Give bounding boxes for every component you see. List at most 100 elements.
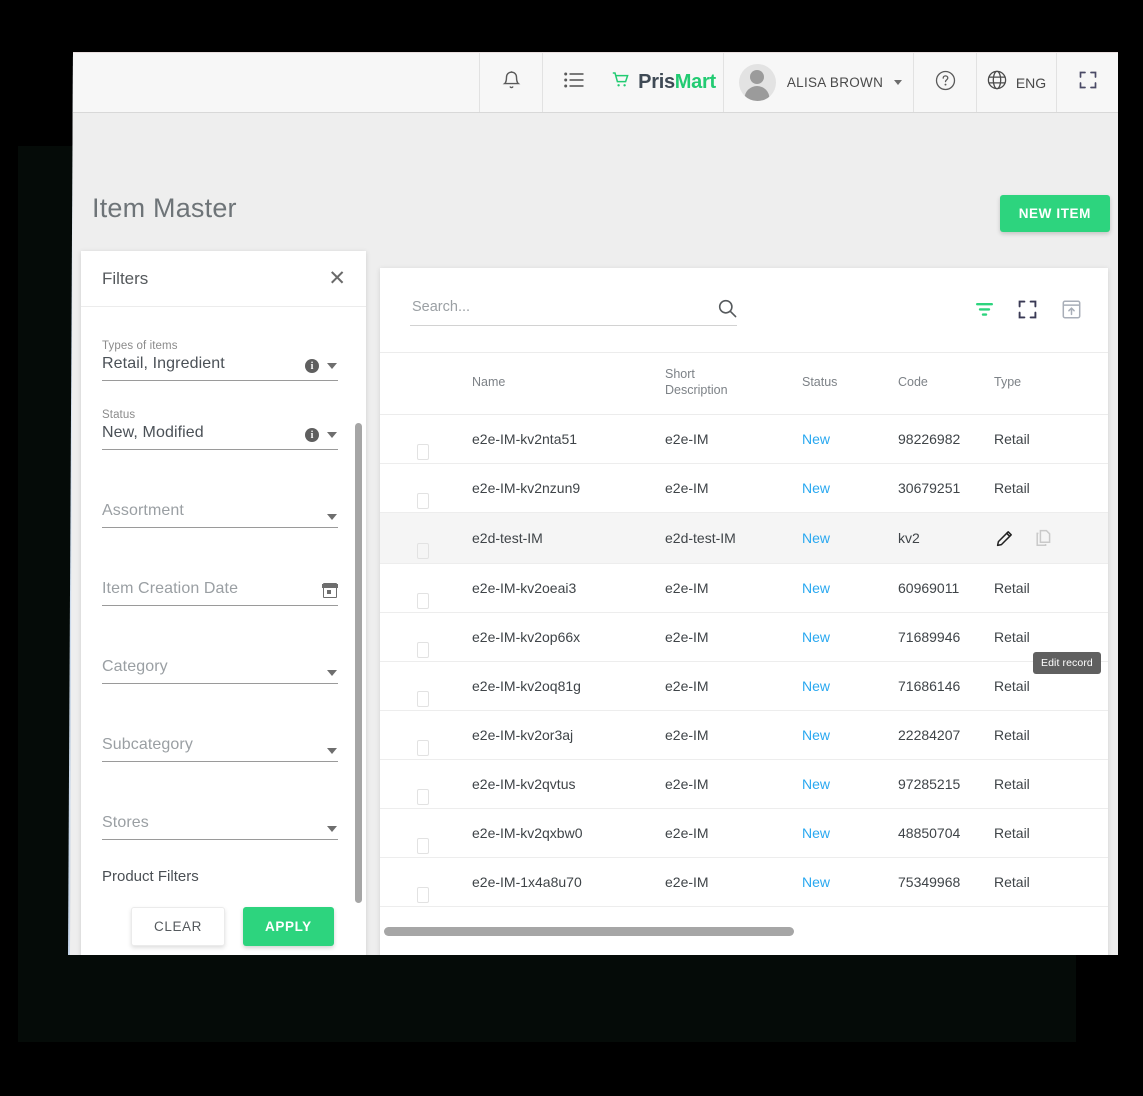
cell-type: Retail bbox=[994, 463, 1108, 514]
search-icon[interactable] bbox=[718, 299, 737, 318]
status-badge[interactable]: New bbox=[802, 874, 830, 890]
new-item-button[interactable]: NEW ITEM bbox=[999, 195, 1110, 232]
cell-short-description: e2e-IM bbox=[665, 612, 802, 663]
filter-field-types-of-items[interactable]: Types of items Retail, Ingredient i bbox=[102, 340, 338, 381]
table-row[interactable]: e2e-IM-1x4a8u70 e2e-IM New 75349968 Retail bbox=[380, 857, 1108, 908]
chevron-down-icon[interactable] bbox=[327, 826, 337, 832]
chevron-down-icon[interactable] bbox=[327, 514, 337, 520]
filter-label: Types of items bbox=[102, 340, 178, 352]
copy-icon[interactable] bbox=[1035, 529, 1053, 547]
cell-short-description: e2e-IM bbox=[665, 808, 802, 859]
filter-field-item-creation-date[interactable]: Item Creation Date bbox=[102, 580, 338, 606]
chevron-down-icon[interactable] bbox=[327, 363, 337, 369]
field-icons bbox=[327, 748, 337, 754]
product-filters-title: Product Filters bbox=[102, 868, 199, 885]
table-toolbar bbox=[380, 268, 1108, 353]
table-row[interactable]: e2e-IM-kv2oq81g e2e-IM New 71686146 Retail bbox=[380, 661, 1108, 712]
fullscreen-icon[interactable] bbox=[1018, 300, 1037, 319]
status-badge[interactable]: New bbox=[802, 727, 830, 743]
row-actions-cell bbox=[994, 512, 1108, 565]
info-icon[interactable]: i bbox=[305, 359, 319, 373]
menu-list-button[interactable] bbox=[542, 53, 605, 112]
cell-status: New bbox=[802, 512, 898, 565]
column-header-type[interactable]: Type bbox=[994, 353, 1108, 416]
cell-code: 48850704 bbox=[898, 808, 994, 859]
column-header-icon[interactable] bbox=[380, 353, 472, 416]
column-header-short-description[interactable]: Short Description bbox=[665, 353, 802, 416]
table-row[interactable]: e2e-IM-kv2qxbw0 e2e-IM New 48850704 Retail bbox=[380, 808, 1108, 859]
table-row[interactable]: e2d-test-IM e2d-test-IM New kv2 bbox=[380, 512, 1108, 565]
table-horizontal-scrollbar[interactable] bbox=[384, 927, 794, 936]
help-button[interactable] bbox=[913, 53, 976, 112]
filter-field-assortment[interactable]: Assortment bbox=[102, 502, 338, 528]
table-row[interactable]: e2e-IM-kv2qvtus e2e-IM New 97285215 Retail bbox=[380, 759, 1108, 810]
cell-name: e2e-IM-kv2nzun9 bbox=[472, 463, 665, 514]
cell-name: e2e-IM-kv2or3aj bbox=[472, 710, 665, 761]
table-head: Name Short Description Status Code Type bbox=[380, 353, 1108, 416]
status-badge[interactable]: New bbox=[802, 825, 830, 841]
table-row[interactable]: e2e-IM-kv2nta51 e2e-IM New 98226982 Retail bbox=[380, 414, 1108, 465]
cell-status: New bbox=[802, 808, 898, 859]
status-badge[interactable]: New bbox=[802, 480, 830, 496]
apply-button[interactable]: APPLY bbox=[243, 907, 334, 946]
filters-header: Filters ✕ bbox=[81, 251, 366, 307]
status-badge[interactable]: New bbox=[802, 678, 830, 694]
export-icon[interactable] bbox=[1061, 299, 1082, 320]
cell-type: Retail bbox=[994, 414, 1108, 465]
fullscreen-button[interactable] bbox=[1056, 53, 1118, 112]
table-row[interactable]: e2e-IM-kv2nzun9 e2e-IM New 30679251 Retail bbox=[380, 463, 1108, 514]
filter-field-stores[interactable]: Stores bbox=[102, 814, 338, 840]
chevron-down-icon[interactable] bbox=[327, 670, 337, 676]
chevron-down-icon[interactable] bbox=[327, 748, 337, 754]
calendar-icon[interactable] bbox=[322, 583, 338, 598]
pencil-icon[interactable] bbox=[996, 530, 1013, 547]
clear-button[interactable]: CLEAR bbox=[131, 907, 226, 946]
status-badge[interactable]: New bbox=[802, 776, 830, 792]
chevron-down-icon[interactable] bbox=[327, 432, 337, 438]
filter-value: New, Modified bbox=[102, 424, 338, 450]
column-header-code[interactable]: Code bbox=[898, 353, 994, 416]
language-selector[interactable]: ENG bbox=[976, 53, 1056, 112]
notifications-button[interactable] bbox=[479, 53, 542, 112]
browser-window: PrisMart ALISA BROWN ENG Item Master NEW… bbox=[70, 52, 1118, 955]
cell-type: Retail bbox=[994, 808, 1108, 859]
search-field[interactable] bbox=[410, 298, 737, 326]
cell-code: 71689946 bbox=[898, 612, 994, 663]
cell-status: New bbox=[802, 612, 898, 663]
status-badge[interactable]: New bbox=[802, 530, 830, 546]
chevron-down-icon bbox=[894, 80, 903, 85]
table-row[interactable]: e2e-IM-kv2or3aj e2e-IM New 22284207 Retail bbox=[380, 710, 1108, 761]
info-icon[interactable]: i bbox=[305, 428, 319, 442]
filter-field-subcategory[interactable]: Subcategory bbox=[102, 736, 338, 762]
user-menu[interactable]: ALISA BROWN bbox=[723, 53, 913, 112]
cell-code: 75349968 bbox=[898, 857, 994, 908]
field-icons bbox=[322, 583, 338, 598]
cell-status: New bbox=[802, 463, 898, 514]
search-input[interactable] bbox=[410, 298, 680, 316]
table-row[interactable]: e2e-IM-kv2oeai3 e2e-IM New 60969011 Retail bbox=[380, 563, 1108, 614]
status-badge[interactable]: New bbox=[802, 580, 830, 596]
status-badge[interactable]: New bbox=[802, 431, 830, 447]
close-icon[interactable]: ✕ bbox=[328, 268, 346, 289]
brand-logo[interactable]: PrisMart bbox=[605, 53, 723, 112]
table-row[interactable]: e2e-IM-kv2op66x e2e-IM New 71689946 Retail bbox=[380, 612, 1108, 663]
column-header-name[interactable]: Name bbox=[472, 353, 665, 416]
cell-short-description: e2e-IM bbox=[665, 563, 802, 614]
table-body: e2e-IM-kv2nta51 e2e-IM New 98226982 Retail e2… bbox=[380, 414, 1108, 908]
filter-field-status[interactable]: Status New, Modified i bbox=[102, 409, 338, 450]
cell-name: e2e-IM-kv2oeai3 bbox=[472, 563, 665, 614]
cell-type: Retail bbox=[994, 857, 1108, 908]
cell-status: New bbox=[802, 759, 898, 810]
top-navigation-bar: PrisMart ALISA BROWN ENG bbox=[70, 52, 1118, 113]
column-header-status[interactable]: Status bbox=[802, 353, 898, 416]
field-icons bbox=[327, 514, 337, 520]
filter-field-category[interactable]: Category bbox=[102, 658, 338, 684]
filters-scrollbar[interactable] bbox=[355, 423, 362, 903]
filter-icon[interactable] bbox=[975, 302, 994, 317]
status-badge[interactable]: New bbox=[802, 629, 830, 645]
cell-thumbnail bbox=[380, 612, 472, 663]
cell-status: New bbox=[802, 857, 898, 908]
